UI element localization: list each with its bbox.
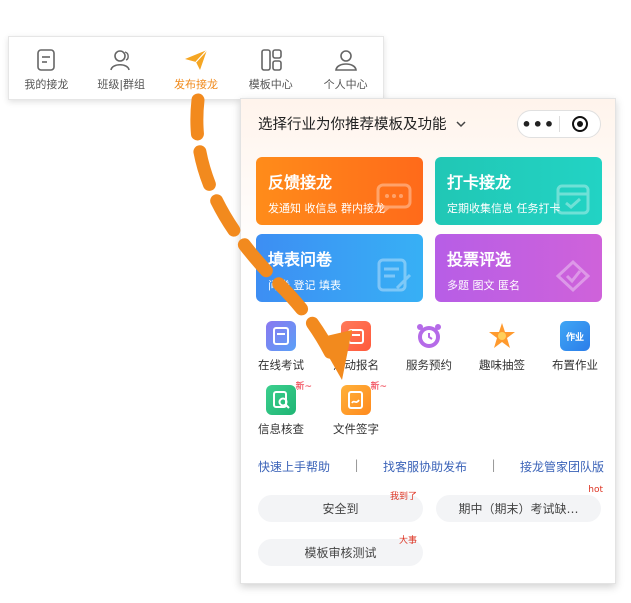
tab-template-center[interactable]: 模板中心 xyxy=(235,47,307,92)
alarm-clock-icon xyxy=(414,321,444,351)
tab-publish-jielong[interactable]: 发布接龙 xyxy=(160,47,232,92)
function-label: 活动报名 xyxy=(333,358,379,372)
template-pill-tag: hot xyxy=(588,485,603,495)
link-quick-start[interactable]: 快速上手帮助 xyxy=(258,458,330,475)
template-grid-icon xyxy=(260,49,282,71)
send-plane-icon xyxy=(184,49,208,70)
user-icon xyxy=(334,50,357,71)
star-burst-icon xyxy=(487,321,517,351)
homework-badge-text: 作业 xyxy=(565,332,584,343)
function-fun-lottery[interactable]: 趣味抽签 xyxy=(469,321,535,373)
function-online-exam[interactable]: 在线考试 xyxy=(248,321,314,373)
vote-card[interactable]: 投票评选 多题 图文 匿名 xyxy=(435,234,602,302)
more-dots-icon[interactable]: ••• xyxy=(518,115,559,134)
link-team-edition[interactable]: 接龙管家团队版 xyxy=(520,458,604,475)
template-pill-label: 期中（期末）考试缺… xyxy=(458,502,579,516)
tab-my-jielong[interactable]: 我的接龙 xyxy=(10,47,82,92)
sign-file-icon xyxy=(341,385,371,415)
new-badge: 新~ xyxy=(295,382,312,392)
vote-icon xyxy=(555,259,591,293)
tab-class-group[interactable]: 班级|群组 xyxy=(85,47,157,92)
signup-icon xyxy=(341,321,371,351)
function-file-sign[interactable]: 新~ 文件签字 xyxy=(323,382,389,437)
edit-form-icon xyxy=(377,258,412,292)
function-label: 服务预约 xyxy=(406,358,452,372)
search-clipboard-icon xyxy=(266,385,296,415)
template-pill-label: 模板审核测试 xyxy=(304,546,377,560)
record-icon[interactable] xyxy=(560,115,601,133)
tab-label: 班级|群组 xyxy=(97,78,146,91)
exam-icon xyxy=(266,321,296,351)
tab-label: 发布接龙 xyxy=(173,78,218,91)
bottom-tab-bar: 我的接龙 班级|群组 发布接龙 模板中心 个人中心 xyxy=(8,36,384,100)
homework-icon: 作业 xyxy=(560,321,590,351)
function-event-signup[interactable]: 活动报名 xyxy=(323,321,389,373)
checkin-jielong-card[interactable]: 打卡接龙 定期收集信息 任务打卡 xyxy=(435,157,602,225)
link-divider: | xyxy=(491,458,496,472)
function-label: 文件签字 xyxy=(333,422,379,436)
industry-selector[interactable]: 选择行业为你推荐模板及功能 xyxy=(258,113,467,134)
function-label: 布置作业 xyxy=(552,358,598,372)
function-label: 在线考试 xyxy=(258,358,304,372)
tab-label: 模板中心 xyxy=(248,78,293,91)
calendar-icon xyxy=(556,184,590,215)
template-pill-tag: 我到了 xyxy=(389,492,417,502)
help-links: 快速上手帮助 | 找客服协助发布 | 接龙管家团队版 xyxy=(258,458,604,475)
chat-bubble-icon xyxy=(376,183,412,214)
template-pill-tag: 大事 xyxy=(398,536,417,546)
template-pill[interactable]: 模板审核测试 大事 xyxy=(258,536,423,566)
feedback-jielong-card[interactable]: 反馈接龙 发通知 收信息 群内接龙 xyxy=(256,157,423,225)
new-badge: 新~ xyxy=(370,382,387,392)
note-icon xyxy=(37,49,56,71)
industry-selector-label: 选择行业为你推荐模板及功能 xyxy=(258,117,447,133)
tab-label: 我的接龙 xyxy=(24,78,69,91)
function-assign-homework[interactable]: 作业 布置作业 xyxy=(542,321,608,373)
tab-personal-center[interactable]: 个人中心 xyxy=(310,47,382,92)
function-label: 趣味抽签 xyxy=(479,358,525,372)
tab-label: 个人中心 xyxy=(323,78,368,91)
link-customer-service[interactable]: 找客服协助发布 xyxy=(383,458,467,475)
function-info-check[interactable]: 新~ 信息核查 xyxy=(248,382,314,437)
function-service-booking[interactable]: 服务预约 xyxy=(396,321,462,373)
group-icon xyxy=(110,50,130,71)
template-pill[interactable]: 期中（期末）考试缺… hot xyxy=(436,485,603,522)
chevron-down-icon xyxy=(455,120,466,127)
function-label: 信息核查 xyxy=(258,422,304,436)
form-survey-card[interactable]: 填表问卷 问卷 登记 填表 xyxy=(256,234,423,302)
template-pill-label: 安全到 xyxy=(322,502,359,516)
link-divider: | xyxy=(354,458,359,472)
template-pill[interactable]: 安全到 我到了 xyxy=(258,492,423,522)
publish-panel: 选择行业为你推荐模板及功能 ••• 反馈接龙 发通知 收信息 群内接龙 打卡接龙… xyxy=(240,98,616,584)
miniprogram-capsule: ••• xyxy=(517,110,601,138)
